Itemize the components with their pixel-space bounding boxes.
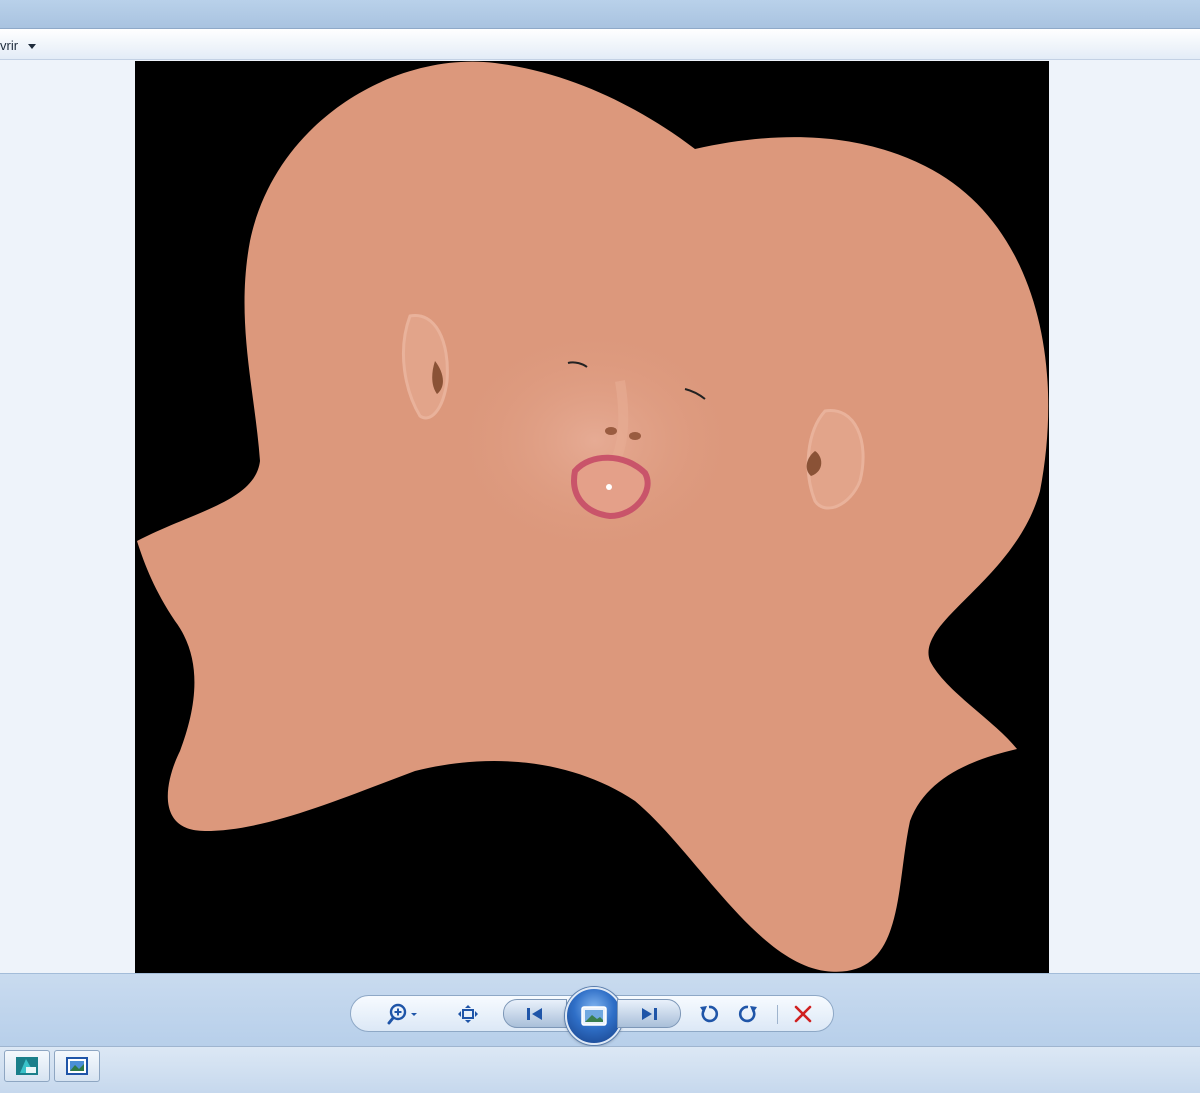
face-texture-map-image <box>137 61 1049 972</box>
rotate-clockwise-button[interactable] <box>734 996 762 1031</box>
app-icon <box>16 1057 38 1075</box>
rotate-counterclockwise-icon <box>700 1005 719 1022</box>
taskbar-item-app[interactable] <box>4 1050 50 1082</box>
image-viewer-area <box>0 60 1200 973</box>
zoom-icon <box>387 1003 417 1024</box>
photo-viewer-icon <box>66 1057 88 1075</box>
rotate-counterclockwise-button[interactable] <box>695 996 723 1031</box>
taskbar <box>0 1046 1200 1093</box>
chevron-down-icon <box>28 43 37 49</box>
slideshow-icon <box>581 1006 607 1026</box>
previous-button[interactable] <box>503 999 567 1028</box>
previous-icon <box>527 1007 542 1020</box>
right-nostril <box>629 432 641 440</box>
next-button[interactable] <box>617 999 681 1028</box>
toolbar-separator <box>777 1005 778 1024</box>
zoom-button[interactable] <box>381 996 425 1031</box>
face-shading <box>445 321 745 561</box>
open-menu[interactable]: vrir <box>0 36 37 54</box>
slideshow-button[interactable] <box>565 987 623 1045</box>
tooth-highlight <box>606 484 612 490</box>
taskbar-item-photo-viewer[interactable] <box>54 1050 100 1082</box>
delete-button[interactable] <box>789 996 817 1031</box>
control-pill <box>350 987 834 1045</box>
left-nostril <box>605 427 617 435</box>
photo-viewer-controls <box>0 973 1200 1047</box>
menu-bar: vrir <box>0 29 1200 60</box>
delete-icon <box>794 1005 812 1022</box>
next-icon <box>642 1007 657 1020</box>
rotate-clockwise-icon <box>738 1005 757 1022</box>
open-menu-label: vrir <box>0 37 19 53</box>
window-titlebar <box>0 0 1200 29</box>
actual-size-button[interactable] <box>451 996 485 1031</box>
displayed-photo <box>135 61 1049 973</box>
actual-size-icon <box>458 1004 478 1023</box>
